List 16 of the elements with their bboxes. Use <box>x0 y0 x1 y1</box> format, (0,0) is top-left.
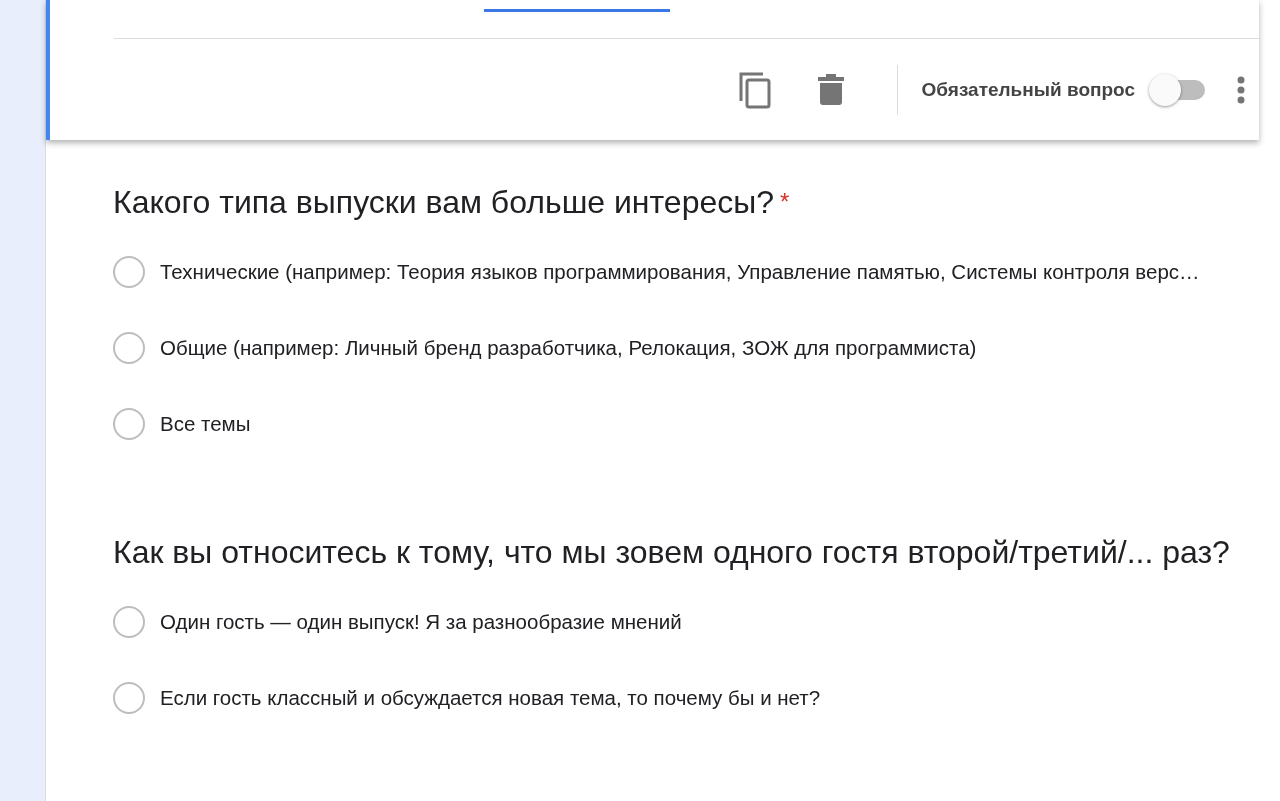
radio-button[interactable] <box>113 682 145 714</box>
required-label: Обязательный вопрос <box>921 79 1135 101</box>
radio-button[interactable] <box>113 332 145 364</box>
option-label: Один гость — один выпуск! Я за разнообразие мнений <box>160 610 682 634</box>
radio-button[interactable] <box>113 256 145 288</box>
question-title: Какого типа выпуски вам больше интересы? * <box>113 183 791 222</box>
option-label: Общие (например: Личный бренд разработчика, Релокация, ЗОЖ для программиста) <box>160 336 977 360</box>
option-label: Если гость классный и обсуждается новая тема, то почему бы и нет? <box>160 686 821 710</box>
radio-button[interactable] <box>113 606 145 638</box>
question-title: Как вы относитесь к тому, что мы зовем одного гостя второй/третий/... раз? <box>113 533 1231 572</box>
more-icon[interactable] <box>1235 76 1247 104</box>
option-label: Технические (например: Теория языков программирования, Управление памятью, Системы контроля верс… <box>160 260 1200 284</box>
radio-button[interactable] <box>113 408 145 440</box>
required-asterisk: * <box>780 188 790 215</box>
option-label: Все темы <box>160 412 251 436</box>
required-toggle[interactable] <box>1149 74 1207 106</box>
